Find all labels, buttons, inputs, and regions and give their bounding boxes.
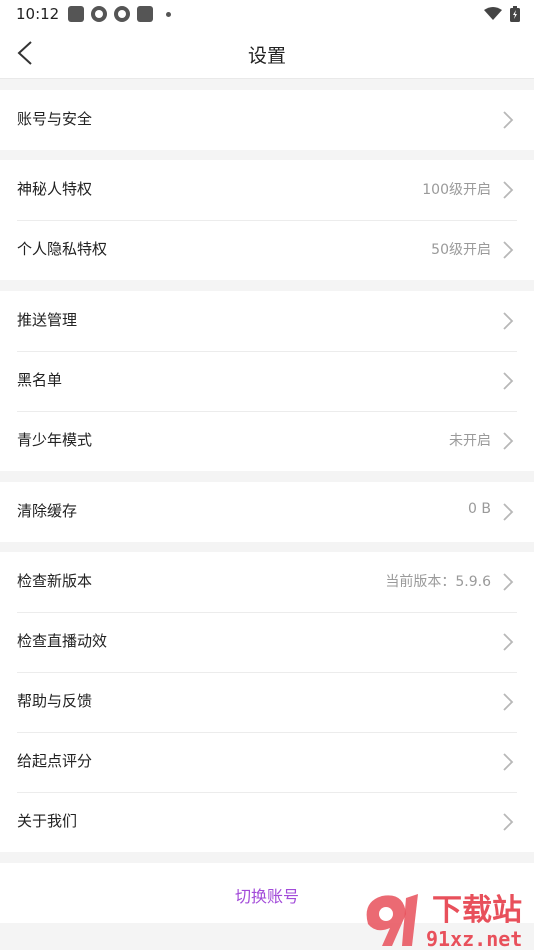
site-watermark-logo: 下载站 91xz.net (366, 893, 522, 950)
battery-icon (510, 6, 520, 22)
status-bar: 10:12 (0, 0, 534, 28)
settings-item-check-version[interactable]: 检查新版本 当前版本：5.9.6 (0, 552, 534, 612)
settings-item-teen-mode[interactable]: 青少年模式 未开启 (0, 411, 534, 471)
settings-item-label: 清除缓存 (17, 502, 78, 520)
settings-group-cache: 清除缓存 0 B (0, 482, 534, 542)
settings-item-help-feedback[interactable]: 帮助与反馈 (0, 672, 534, 732)
settings-item-rate-app[interactable]: 给起点评分 (0, 732, 534, 792)
settings-item-label: 账号与安全 (17, 110, 93, 128)
settings-item-blacklist[interactable]: 黑名单 (0, 351, 534, 411)
chevron-right-icon (503, 633, 514, 651)
settings-item-value: 0 B (468, 501, 491, 517)
app-notification-icon (68, 6, 84, 22)
navigation-header: 设置 (0, 28, 534, 79)
settings-item-privacy-privilege[interactable]: 个人隐私特权 50级开启 (0, 220, 534, 280)
chevron-right-icon (503, 432, 514, 450)
chevron-right-icon (503, 181, 514, 199)
settings-group-account: 账号与安全 (0, 90, 534, 150)
settings-item-label: 神秘人特权 (17, 180, 93, 198)
chevron-right-icon (503, 813, 514, 831)
chevron-right-icon (503, 111, 514, 129)
settings-item-label: 检查新版本 (17, 572, 93, 590)
app-notification-icon-2 (137, 6, 153, 22)
chevron-right-icon (503, 753, 514, 771)
settings-item-label: 推送管理 (17, 311, 78, 329)
settings-item-value: 50级开启 (431, 242, 491, 258)
settings-group-about: 检查新版本 当前版本：5.9.6 检查直播动效 帮助与反馈 给起点评分 关于我们 (0, 552, 534, 852)
settings-item-label: 给起点评分 (17, 752, 93, 770)
wifi-icon (484, 7, 502, 20)
more-notifications-dot-icon (166, 11, 171, 17)
settings-item-label: 青少年模式 (17, 431, 93, 449)
page-title: 设置 (247, 45, 286, 67)
notification-icons (68, 6, 171, 22)
settings-item-value: 未开启 (449, 433, 491, 449)
settings-item-value: 100级开启 (422, 182, 491, 198)
settings-item-label: 黑名单 (17, 371, 63, 389)
chevron-right-icon (503, 573, 514, 591)
settings-item-clear-cache[interactable]: 清除缓存 0 B (0, 482, 534, 542)
chevron-right-icon (503, 312, 514, 330)
settings-item-label: 关于我们 (17, 812, 78, 830)
pinwheel-notification-icon (91, 6, 107, 22)
settings-item-push-management[interactable]: 推送管理 (0, 291, 534, 351)
pinwheel-notification-icon-2 (114, 6, 130, 22)
settings-group-privileges: 神秘人特权 100级开启 个人隐私特权 50级开启 (0, 160, 534, 280)
watermark-domain: 91xz.net (426, 927, 522, 950)
settings-item-mystery-privilege[interactable]: 神秘人特权 100级开启 (0, 160, 534, 220)
chevron-right-icon (503, 693, 514, 711)
settings-item-label: 检查直播动效 (17, 632, 108, 650)
settings-item-label: 个人隐私特权 (17, 240, 108, 258)
settings-item-label: 帮助与反馈 (17, 692, 93, 710)
chevron-right-icon (503, 241, 514, 259)
settings-group-notifications: 推送管理 黑名单 青少年模式 未开启 (0, 291, 534, 471)
settings-item-about-us[interactable]: 关于我们 (0, 792, 534, 852)
watermark-brand: 下载站 (432, 893, 522, 928)
status-time: 10:12 (16, 5, 60, 23)
system-icons (484, 6, 520, 22)
settings-item-check-live-effects[interactable]: 检查直播动效 (0, 612, 534, 672)
chevron-right-icon (503, 372, 514, 390)
chevron-right-icon (503, 503, 514, 521)
settings-item-value: 当前版本：5.9.6 (385, 574, 491, 590)
settings-item-account-security[interactable]: 账号与安全 (0, 90, 534, 150)
